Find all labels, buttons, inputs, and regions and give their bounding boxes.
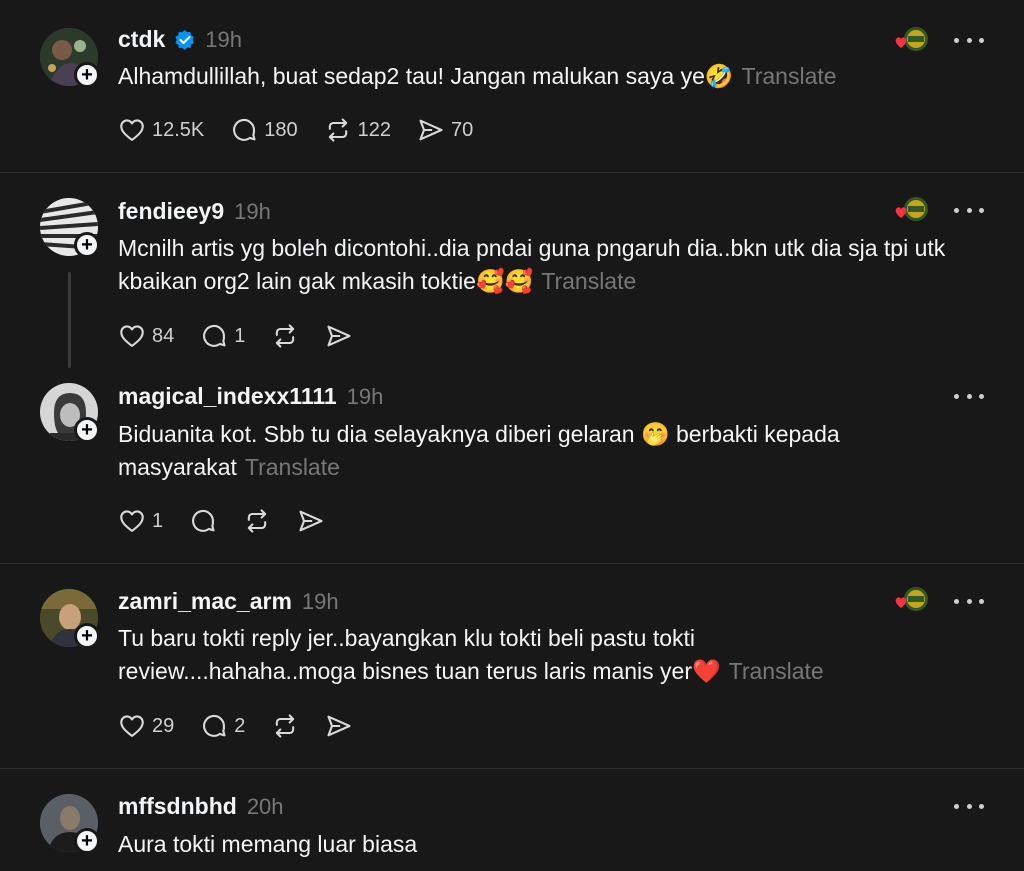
username[interactable]: magical_indexx1111 — [118, 383, 337, 410]
avatar[interactable]: + — [40, 383, 100, 443]
post-actions: 29 2 — [118, 712, 379, 740]
heart-icon — [120, 119, 144, 141]
post-actions: 84 1 — [118, 322, 379, 350]
heart-icon — [120, 715, 144, 737]
repost-icon — [276, 324, 295, 348]
more-icon[interactable] — [954, 802, 984, 810]
like-count: 84 — [152, 324, 175, 347]
avatar[interactable]: + — [40, 589, 100, 649]
more-icon[interactable] — [954, 392, 984, 400]
like-button[interactable]: 29 — [118, 712, 174, 740]
send-icon — [327, 325, 351, 347]
more-icon[interactable] — [954, 597, 984, 605]
comment-icon — [203, 714, 226, 737]
post-text-content: Tu baru tokti reply jer..bayangkan klu t… — [118, 625, 721, 684]
share-button[interactable] — [325, 322, 353, 350]
repost-icon — [328, 118, 347, 142]
reply-button[interactable] — [189, 507, 217, 535]
like-count: 12.5K — [152, 118, 205, 141]
post-text: Aura tokti memang luar biasa — [118, 828, 988, 861]
reply-count: 2 — [234, 714, 246, 737]
username[interactable]: ctdk — [118, 26, 165, 53]
repost-icon — [276, 714, 295, 738]
thread-feed: + ctdk 19h Alhamdullillah, buat sedap2 t… — [0, 0, 1024, 871]
username[interactable]: zamri_mac_arm — [118, 588, 292, 615]
brand-heart-badge-icon — [892, 196, 930, 226]
post-text-content: Aura tokti memang luar biasa — [118, 831, 418, 857]
avatar[interactable]: + — [40, 794, 100, 854]
follow-button[interactable]: + — [74, 62, 100, 88]
post-header: mffsdnbhd 20h — [118, 793, 284, 820]
post-time: 20h — [246, 794, 284, 819]
post-text: Tu baru tokti reply jer..bayangkan klu t… — [118, 622, 918, 688]
post-header: magical_indexx1111 19h — [118, 383, 383, 410]
heart-icon — [120, 325, 144, 347]
username[interactable]: mffsdnbhd — [118, 793, 237, 820]
send-icon — [419, 119, 443, 141]
heart-icon — [120, 510, 144, 532]
post-text: Alhamdullillah, buat sedap2 tau! Jangan … — [118, 60, 988, 93]
post-actions: 12.5K 180 122 70 — [118, 116, 499, 144]
verified-badge-icon — [175, 30, 195, 50]
comment-icon — [192, 509, 215, 532]
post-text-content: Mcnilh artis yg boleh dicontohi..dia pnd… — [118, 235, 946, 294]
avatar[interactable]: + — [40, 198, 100, 258]
reply-button[interactable]: 180 — [230, 116, 298, 144]
divider — [0, 768, 1024, 769]
post-text-content: Biduanita kot. Sbb tu dia selayaknya dib… — [118, 421, 840, 480]
brand-heart-badge-icon — [892, 586, 930, 616]
like-button[interactable]: 1 — [118, 507, 163, 535]
post-text: Mcnilh artis yg boleh dicontohi..dia pnd… — [118, 232, 988, 298]
more-icon[interactable] — [954, 206, 984, 214]
post-text: Biduanita kot. Sbb tu dia selayaknya dib… — [118, 418, 988, 484]
repost-icon — [247, 509, 267, 533]
repost-button[interactable] — [243, 507, 271, 535]
avatar[interactable]: + — [40, 28, 100, 88]
username[interactable]: fendieey9 — [118, 198, 224, 225]
post-header: zamri_mac_arm 19h — [118, 588, 339, 615]
post-actions: 1 — [118, 507, 351, 535]
follow-button[interactable]: + — [74, 232, 100, 258]
comment-icon — [203, 324, 226, 347]
like-count: 1 — [152, 509, 164, 532]
reply-count: 180 — [264, 118, 298, 141]
follow-button[interactable]: + — [74, 828, 100, 854]
follow-button[interactable]: + — [74, 417, 100, 443]
like-button[interactable]: 84 — [118, 322, 174, 350]
like-count: 29 — [152, 714, 175, 737]
repost-button[interactable]: 122 — [324, 116, 391, 144]
comment-icon — [233, 118, 256, 141]
translate-link[interactable]: Translate — [245, 454, 340, 480]
more-icon[interactable] — [954, 36, 984, 44]
translate-link[interactable]: Translate — [541, 268, 636, 294]
repost-button[interactable] — [271, 712, 299, 740]
send-icon — [299, 510, 323, 532]
translate-link[interactable]: Translate — [742, 63, 837, 89]
post-header: ctdk 19h — [118, 26, 242, 53]
post-time: 19h — [301, 589, 339, 614]
translate-link[interactable]: Translate — [729, 658, 824, 684]
send-icon — [327, 715, 351, 737]
post-header: fendieey9 19h — [118, 198, 271, 225]
repost-button[interactable] — [271, 322, 299, 350]
post-time: 19h — [346, 384, 384, 409]
reply-button[interactable]: 2 — [200, 712, 245, 740]
brand-heart-badge-icon — [892, 26, 930, 56]
follow-button[interactable]: + — [74, 623, 100, 649]
thread-line — [68, 272, 71, 368]
post-time: 19h — [205, 27, 243, 52]
post-text-content: Alhamdullillah, buat sedap2 tau! Jangan … — [118, 63, 734, 89]
share-button[interactable]: 70 — [417, 116, 473, 144]
share-button[interactable] — [297, 507, 325, 535]
share-button[interactable] — [325, 712, 353, 740]
post-time: 19h — [234, 199, 271, 224]
reply-button[interactable]: 1 — [200, 322, 245, 350]
reply-count: 1 — [234, 324, 246, 347]
divider — [0, 172, 1024, 173]
divider — [0, 563, 1024, 564]
like-button[interactable]: 12.5K — [118, 116, 204, 144]
repost-count: 122 — [357, 118, 392, 141]
share-count: 70 — [451, 118, 474, 141]
